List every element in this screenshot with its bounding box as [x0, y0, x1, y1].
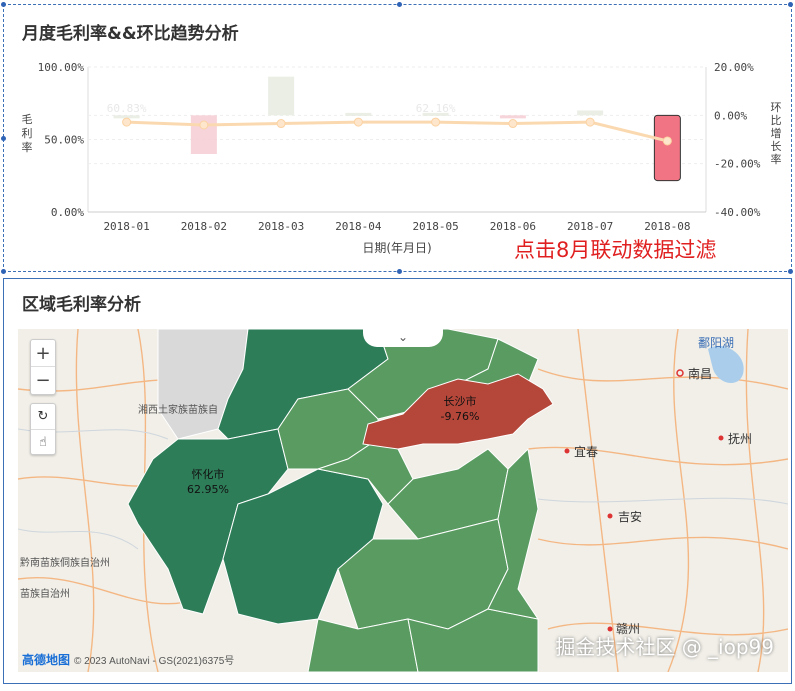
hand-icon: ☝: [39, 435, 47, 450]
lake-label: 鄱阳湖: [698, 335, 734, 350]
filter-hint-annotation: 点击8月联动数据过滤: [514, 238, 717, 262]
city-marker: [718, 435, 724, 441]
pan-button[interactable]: ☝: [31, 430, 55, 456]
x-tick-label: 2018-08: [644, 220, 690, 233]
map-tools: ↻ ☝: [30, 403, 56, 455]
y-tick-label: 100.00%: [38, 61, 85, 74]
y-axis-title-char: 利: [22, 127, 33, 140]
map-canvas[interactable]: 怀化市 62.95% 长沙市 -9.76% 南昌 宜春 抚州 吉安 赣州 鄱阳湖…: [18, 329, 788, 672]
bar[interactable]: [499, 115, 526, 119]
y2-axis-title-char: 增: [771, 126, 782, 140]
changsha-name: 长沙市: [444, 394, 477, 408]
area-label-qiannan: 黔南苗族侗族自治州: [20, 556, 110, 569]
map-title: 区域毛利率分析: [22, 295, 141, 315]
y2-axis-title-char: 长: [771, 140, 782, 153]
city-jian: 吉安: [618, 509, 642, 524]
trend-chart-panel[interactable]: 月度毛利率&&环比趋势分析 100.00% 50.00% 0.00% 20.00% 0.…: [1, 2, 793, 274]
trend-chart[interactable]: 100.00% 50.00% 0.00% 20.00% 0.00% -20.00% -40.…: [4, 5, 791, 271]
x-axis-title: 日期(年月日): [362, 241, 431, 255]
line-point: [122, 117, 132, 127]
line-point: [431, 117, 441, 127]
y2-axis-title-char: 率: [771, 152, 782, 166]
map-attribution: 高德地图 © 2023 AutoNavi - GS(2021)6375号: [22, 651, 234, 668]
zoom-in-button[interactable]: +: [31, 340, 55, 367]
line-point: [662, 136, 672, 146]
city-yichun: 宜春: [574, 444, 598, 459]
x-tick-label: 2018-05: [412, 220, 458, 233]
x-tick-label: 2018-01: [103, 220, 149, 233]
y2-tick-label: 0.00%: [714, 109, 747, 122]
huaihua-name: 怀化市: [192, 467, 225, 481]
rotate-icon: ↻: [37, 409, 49, 424]
bar[interactable]: [268, 76, 295, 116]
selected-bar[interactable]: [653, 114, 681, 182]
rotate-button[interactable]: ↻: [31, 404, 55, 430]
city-marker: [607, 513, 613, 519]
region-map-panel: 区域毛利率分析 怀化市 62.95% 长沙市 -9.76% 南昌 宜春 抚州 吉…: [3, 278, 792, 684]
x-tick-label: 2018-04: [335, 220, 382, 233]
data-label: 60.83%: [107, 102, 147, 115]
x-tick-label: 2018-03: [258, 220, 304, 233]
collapse-panel-button[interactable]: ⌄: [363, 329, 443, 347]
y2-axis-title-char: 比: [771, 114, 782, 127]
chevron-down-icon: ⌄: [397, 330, 409, 344]
huaihua-value: 62.95%: [187, 483, 229, 496]
area-label-miao: 苗族自治州: [20, 587, 70, 600]
y-tick-label: 50.00%: [44, 134, 84, 147]
line-point: [508, 119, 518, 129]
y2-tick-label: -40.00%: [714, 206, 761, 219]
x-tick-label: 2018-06: [490, 220, 536, 233]
city-marker: [676, 369, 684, 377]
y2-tick-label: -20.00%: [714, 158, 761, 171]
line-point: [585, 117, 595, 127]
bar[interactable]: [345, 112, 372, 116]
city-fuzhou: 抚州: [728, 432, 752, 446]
line-point: [353, 117, 363, 127]
y-axis-title-char: 毛: [22, 113, 33, 126]
zoom-out-button[interactable]: −: [31, 367, 55, 394]
watermark: 掘金技术社区 @ _iop99: [555, 635, 774, 659]
y-tick-label: 0.00%: [51, 206, 84, 219]
x-tick-label: 2018-02: [181, 220, 227, 233]
region-map[interactable]: 怀化市 62.95% 长沙市 -9.76% 南昌 宜春 抚州 吉安 赣州 鄱阳湖…: [18, 329, 788, 672]
y2-tick-label: 20.00%: [714, 61, 754, 74]
city-marker: [564, 448, 570, 454]
line-point: [199, 120, 209, 130]
city-nanchang: 南昌: [688, 366, 712, 381]
y2-axis-title-char: 环: [771, 101, 782, 114]
line-point: [276, 119, 286, 129]
copyright-text: © 2023 AutoNavi - GS(2021)6375号: [74, 656, 235, 667]
zoom-control: + −: [30, 339, 56, 395]
amap-logo: 高德地图: [22, 653, 71, 667]
x-tick-label: 2018-07: [567, 220, 613, 233]
y-axis-title-char: 率: [22, 140, 33, 154]
data-label: 62.16%: [416, 102, 456, 115]
area-label-xiangxi: 湘西土家族苗族自: [138, 403, 218, 416]
changsha-value: -9.76%: [441, 410, 480, 423]
bar[interactable]: [577, 110, 604, 116]
